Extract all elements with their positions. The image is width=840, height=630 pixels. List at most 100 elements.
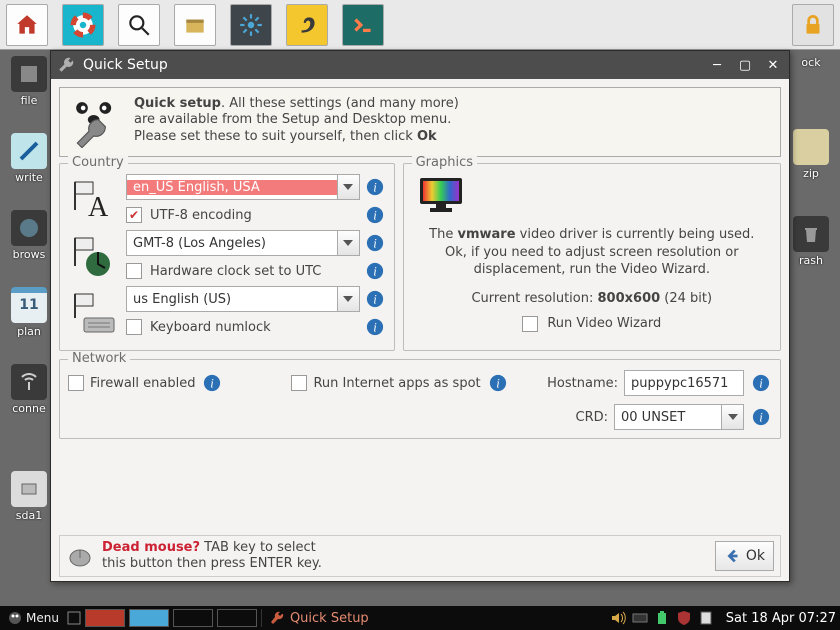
network-tray-icon[interactable] (632, 610, 648, 626)
network-group: Network Firewall enabled i Run Internet … (59, 359, 781, 439)
system-tray: Sat 18 Apr 07:27 (610, 610, 836, 626)
svg-text:i: i (496, 377, 500, 391)
keyboard-dropdown[interactable]: us English (US) (126, 286, 360, 312)
hwclock-label: Hardware clock set to UTC (150, 264, 321, 279)
footer-bar: ​Dead mouse? TAB key to select this butt… (59, 535, 781, 578)
workspace-4[interactable] (217, 609, 257, 627)
desktop-icon-trash[interactable]: rash (789, 216, 833, 267)
quicksetup-window: Quick Setup ─ ▢ ✕ Quick setup. All these… (50, 50, 790, 582)
toolbar-package-icon[interactable] (174, 4, 216, 46)
graphics-group: Graphics The vmware video driver is curr… (403, 163, 781, 351)
maximize-button[interactable]: ▢ (735, 56, 755, 74)
spot-label: Run Internet apps as spot (313, 376, 480, 391)
mouse-icon (66, 544, 94, 568)
hostname-label: Hostname: (547, 376, 618, 391)
keyboard-info-button[interactable]: i (364, 288, 386, 310)
video-wizard-checkbox[interactable] (522, 316, 538, 332)
timezone-dropdown[interactable]: GMT-8 (Los Angeles) (126, 230, 360, 256)
hostname-input[interactable]: puppypc16571 (624, 370, 744, 396)
graphics-legend: Graphics (412, 155, 477, 170)
desktop-icon-write[interactable]: write (7, 133, 51, 184)
show-desktop-icon[interactable] (67, 611, 81, 625)
hwclock-info-button[interactable]: i (364, 260, 386, 282)
workspace-2[interactable] (129, 609, 169, 627)
desktop-icon-plan[interactable]: 11 plan (7, 287, 51, 338)
clipboard-icon[interactable] (698, 610, 714, 626)
hwclock-checkbox[interactable] (126, 263, 142, 279)
shield-icon[interactable] (676, 610, 692, 626)
toolbar-find-icon[interactable] (118, 4, 160, 46)
menu-button[interactable]: Menu (4, 611, 63, 625)
network-legend: Network (68, 351, 130, 366)
desktop-icon-lock[interactable]: ock (789, 56, 833, 69)
workspace-3[interactable] (173, 609, 213, 627)
svg-text:i: i (759, 377, 763, 391)
toolbar-lock-icon[interactable] (792, 4, 834, 46)
country-group: Country A en_US English, USA i (59, 163, 395, 351)
monitor-icon (418, 176, 464, 214)
svg-text:i: i (759, 411, 763, 425)
ok-button[interactable]: Ok (715, 541, 774, 571)
desktop-icons-left: file write brows 11 plan conne sda1 (6, 56, 52, 522)
firewall-checkbox[interactable] (68, 375, 84, 391)
desktop-icon-connect[interactable]: conne (7, 364, 51, 415)
chevron-down-icon[interactable] (721, 405, 743, 429)
timezone-info-button[interactable]: i (364, 232, 386, 254)
graphics-description: The vmware video driver is currently bei… (412, 224, 772, 281)
numlock-info-button[interactable]: i (364, 316, 386, 338)
window-title: Quick Setup (83, 57, 168, 73)
toolbar-terminal-icon[interactable] (342, 4, 384, 46)
graphics-resolution: Current resolution: 800x600 (24 bit) (412, 291, 772, 306)
svg-text:i: i (373, 293, 377, 307)
crd-info-button[interactable]: i (750, 406, 772, 428)
task-quicksetup[interactable]: Quick Setup (261, 609, 377, 627)
numlock-checkbox[interactable] (126, 319, 142, 335)
svg-text:i: i (373, 265, 377, 279)
toolbar-settings-icon[interactable] (230, 4, 272, 46)
chevron-down-icon[interactable] (337, 287, 359, 311)
spot-info-button[interactable]: i (487, 372, 509, 394)
numlock-label: Keyboard numlock (150, 320, 271, 335)
svg-text:i: i (373, 209, 377, 223)
clock: Sat 18 Apr 07:27 (726, 611, 836, 626)
banner-text: Quick setup. All these settings (and man… (134, 96, 474, 148)
desktop-icon-browse[interactable]: brows (7, 210, 51, 261)
locale-info-button[interactable]: i (364, 176, 386, 198)
desktop-icon-file[interactable]: file (7, 56, 51, 107)
spot-checkbox[interactable] (291, 375, 307, 391)
keyboard-icon (68, 286, 120, 338)
desktop-icon-sda1[interactable]: sda1 (7, 471, 51, 522)
locale-icon: A (68, 174, 120, 226)
minimize-button[interactable]: ─ (707, 56, 727, 74)
top-toolbar (0, 0, 840, 50)
utf8-label: UTF-8 encoding (150, 208, 252, 223)
titlebar[interactable]: Quick Setup ─ ▢ ✕ (51, 51, 789, 79)
crd-label: CRD: (576, 410, 609, 425)
locale-dropdown[interactable]: en_US English, USA (126, 174, 360, 200)
firewall-info-button[interactable]: i (201, 372, 223, 394)
desktop-icon-zip[interactable]: zip (789, 129, 833, 180)
volume-icon[interactable] (610, 610, 626, 626)
toolbar-home-icon[interactable] (6, 4, 48, 46)
dead-mouse-hint: ​Dead mouse? TAB key to select this butt… (102, 540, 322, 573)
hostname-info-button[interactable]: i (750, 372, 772, 394)
toolbar-lamp-icon[interactable] (286, 4, 328, 46)
chevron-down-icon[interactable] (337, 231, 359, 255)
utf8-info-button[interactable]: i (364, 204, 386, 226)
desktop-icons-right: ock zip rash (788, 56, 834, 267)
country-legend: Country (68, 155, 128, 170)
info-banner: Quick setup. All these settings (and man… (59, 87, 781, 157)
close-button[interactable]: ✕ (763, 56, 783, 74)
taskbar: Menu Quick Setup Sat 18 Apr 07:27 (0, 606, 840, 630)
utf8-checkbox[interactable] (126, 207, 142, 223)
svg-text:i: i (373, 181, 377, 195)
battery-icon[interactable] (654, 610, 670, 626)
puppy-wrench-icon (68, 96, 124, 148)
crd-dropdown[interactable]: 00 UNSET (614, 404, 744, 430)
workspace-1[interactable] (85, 609, 125, 627)
chevron-down-icon[interactable] (337, 175, 359, 199)
svg-text:i: i (211, 377, 215, 391)
svg-text:i: i (373, 237, 377, 251)
timezone-icon (68, 230, 120, 282)
toolbar-help-icon[interactable] (62, 4, 104, 46)
